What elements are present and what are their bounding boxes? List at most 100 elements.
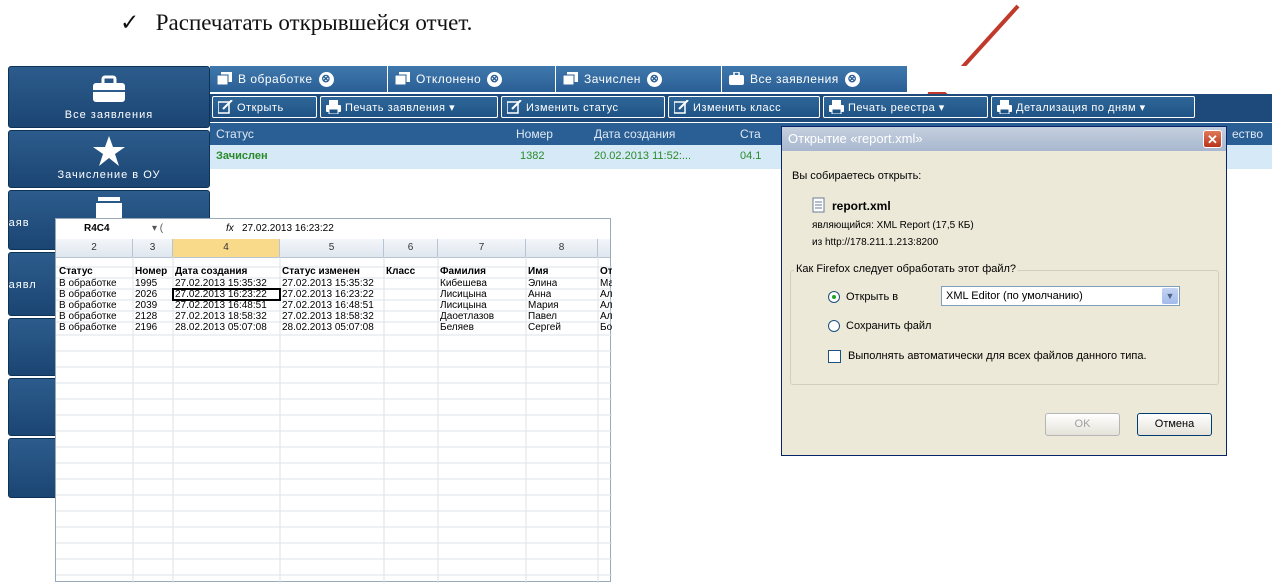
edit-icon bbox=[218, 100, 233, 114]
column-number-2[interactable]: 2 bbox=[56, 239, 133, 257]
sheet-header-class: Класс bbox=[386, 266, 416, 277]
change-class-button[interactable]: Изменить класс bbox=[668, 96, 820, 118]
button-label: Открыть bbox=[237, 102, 284, 114]
sidebar-item-all-applications[interactable]: Все заявления bbox=[8, 66, 210, 128]
cell-number: 1382 bbox=[520, 150, 545, 162]
close-tab-icon[interactable]: ⊗ bbox=[646, 72, 662, 88]
sheet-header-name: Имя bbox=[528, 266, 549, 277]
column-status[interactable]: Статус bbox=[216, 127, 254, 141]
sidebar-item-label: Все заявления bbox=[64, 109, 154, 121]
auto-action-checkbox[interactable] bbox=[828, 350, 841, 363]
edit-icon bbox=[674, 100, 689, 114]
toolbar: Открыть Печать заявления ▾ Изменить стат… bbox=[210, 94, 1272, 122]
tab-label: Отклонено bbox=[416, 72, 482, 86]
instruction-text: Распечатать открывшейся отчет. bbox=[155, 10, 473, 35]
sheet-header-status-changed: Статус изменен bbox=[282, 266, 360, 277]
cell-status: Зачислен bbox=[216, 150, 268, 162]
sheet-header-surname: Фамилия bbox=[440, 266, 486, 277]
sheet-cell[interactable]: Беляев bbox=[440, 322, 474, 334]
column-number[interactable]: Номер bbox=[516, 127, 553, 141]
tab-rejected[interactable]: Отклонено ⊗ bbox=[388, 66, 556, 92]
column-status-changed[interactable]: Ста bbox=[740, 127, 761, 141]
printer-icon bbox=[326, 100, 341, 114]
documents-icon bbox=[217, 72, 232, 85]
column-number-8[interactable]: 8 bbox=[526, 239, 598, 257]
file-open-dialog: Открытие «report.xml» ✕ Вы собираетесь о… bbox=[781, 126, 1227, 456]
sheet-cell[interactable]: 28.02.2013 05:07:08 bbox=[282, 322, 374, 334]
cell-created: 20.02.2013 11:52:... bbox=[594, 150, 692, 162]
close-tab-icon[interactable]: ⊗ bbox=[487, 72, 503, 88]
sheet-cell[interactable]: Борис bbox=[600, 322, 612, 334]
dialog-filename: report.xml bbox=[832, 199, 891, 213]
formula-bar: R4C4 ▾ ( fx 27.02.2013 16:23:22 bbox=[56, 219, 610, 240]
print-application-button[interactable]: Печать заявления ▾ bbox=[320, 96, 498, 118]
print-registry-button[interactable]: Печать реестра ▾ bbox=[823, 96, 988, 118]
briefcase-icon bbox=[93, 75, 125, 102]
auto-action-label: Выполнять автоматически для всех файлов … bbox=[848, 350, 1147, 362]
dialog-title: Открытие «report.xml» bbox=[788, 131, 923, 146]
close-tab-icon[interactable]: ⊗ bbox=[844, 72, 860, 88]
tab-in-processing[interactable]: В обработке ⊗ bbox=[210, 66, 388, 92]
printer-icon bbox=[997, 100, 1012, 114]
documents-icon bbox=[563, 72, 578, 85]
instruction-line: ✓ Распечатать открывшейся отчет. bbox=[120, 10, 472, 36]
column-number-7[interactable]: 7 bbox=[438, 239, 526, 257]
change-status-button[interactable]: Изменить статус bbox=[501, 96, 665, 118]
button-label: Изменить статус bbox=[526, 102, 619, 114]
cell-status-changed: 04.1 bbox=[740, 150, 762, 162]
column-created[interactable]: Дата создания bbox=[594, 127, 675, 141]
sheet-cell[interactable]: В обработке bbox=[59, 322, 117, 334]
tab-bar: В обработке ⊗ Отклонено ⊗ Зачислен ⊗ Все за… bbox=[210, 66, 1272, 92]
application-select-value: XML Editor (по умолчанию) bbox=[946, 290, 1083, 302]
open-button[interactable]: Открыть bbox=[212, 96, 317, 118]
cell-reference[interactable]: R4C4 bbox=[84, 223, 110, 235]
application-select[interactable]: XML Editor (по умолчанию) ▼ bbox=[941, 286, 1180, 306]
sidebar-item-enrollment[interactable]: Зачисление в ОУ bbox=[8, 130, 210, 188]
column-number-5[interactable]: 5 bbox=[280, 239, 384, 257]
dialog-title-bar[interactable]: Открытие «report.xml» ✕ bbox=[782, 127, 1226, 151]
tab-enrolled[interactable]: Зачислен ⊗ bbox=[556, 66, 722, 92]
dialog-intro: Вы собираетесь открыть: bbox=[792, 170, 922, 182]
xml-file-icon bbox=[812, 197, 825, 213]
tab-all-applications[interactable]: Все заявления ⊗ bbox=[722, 66, 908, 92]
briefcase-icon bbox=[729, 72, 744, 85]
column-number-3[interactable]: 3 bbox=[133, 239, 173, 257]
column-header-row: 2 3 4 5 6 7 8 bbox=[56, 239, 610, 258]
sheet-header-number: Номер bbox=[135, 266, 168, 277]
save-file-radio[interactable] bbox=[828, 320, 840, 332]
dialog-file-type: являющийся: XML Report (17,5 КБ) bbox=[812, 220, 974, 231]
button-label: Печать заявления ▾ bbox=[345, 102, 456, 114]
sheet-header-created: Дата создания bbox=[175, 266, 248, 277]
column-patronymic[interactable]: ество bbox=[1232, 127, 1263, 141]
sheet-header-status: Статус bbox=[59, 266, 93, 277]
button-label: Печать реестра ▾ bbox=[848, 102, 945, 114]
close-icon[interactable]: ✕ bbox=[1203, 130, 1222, 148]
close-tab-icon[interactable]: ⊗ bbox=[318, 72, 334, 88]
cancel-button[interactable]: Отмена bbox=[1137, 413, 1212, 436]
dialog-file-source: из http://178.211.1.213:8200 bbox=[812, 237, 939, 248]
ok-button[interactable]: OK bbox=[1045, 413, 1120, 436]
tab-label: Зачислен bbox=[584, 72, 641, 86]
documents-icon bbox=[395, 72, 410, 85]
name-box-dropdown-icon[interactable]: ▾ ( bbox=[152, 223, 163, 235]
sidebar-item-label: Зачисление в ОУ bbox=[57, 169, 161, 181]
check-mark: ✓ bbox=[120, 10, 140, 35]
tab-label: В обработке bbox=[238, 72, 313, 86]
edit-icon bbox=[507, 100, 522, 114]
column-number-6[interactable]: 6 bbox=[384, 239, 438, 257]
formula-value[interactable]: 27.02.2013 16:23:22 bbox=[242, 223, 334, 235]
column-number-4[interactable]: 4 bbox=[173, 239, 280, 257]
star-icon bbox=[93, 136, 125, 166]
open-with-label: Открыть в bbox=[846, 291, 899, 303]
dialog-question: Как Firefox следует обработать этот файл… bbox=[794, 263, 1019, 275]
sheet-cell[interactable]: 2196 bbox=[135, 322, 157, 334]
button-label: Изменить класс bbox=[693, 102, 782, 114]
sheet-cell[interactable]: Сергей bbox=[528, 322, 561, 334]
open-with-radio[interactable] bbox=[828, 291, 840, 303]
details-by-day-button[interactable]: Детализация по дням ▾ bbox=[991, 96, 1195, 118]
sheet-cell[interactable]: 28.02.2013 05:07:08 bbox=[175, 322, 267, 334]
tab-label: Все заявления bbox=[750, 72, 839, 86]
chevron-down-icon[interactable]: ▼ bbox=[1162, 288, 1178, 304]
function-icon[interactable]: fx bbox=[226, 223, 234, 235]
save-file-label: Сохранить файл bbox=[846, 320, 932, 332]
